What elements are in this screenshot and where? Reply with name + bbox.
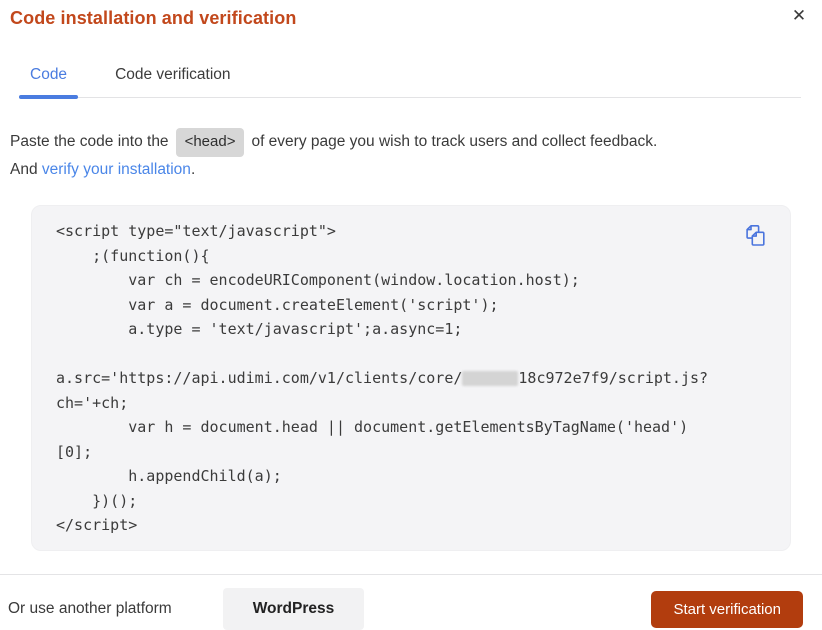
code-line: h.appendChild(a); — [56, 467, 282, 485]
code-snippet-block: <script type="text/javascript"> ;(functi… — [31, 205, 791, 551]
instructions-line2-suffix: . — [190, 161, 196, 178]
tab-code-verification[interactable]: Code verification — [104, 60, 241, 97]
code-line: [0]; — [56, 442, 93, 461]
code-line: a.src='https://api.udimi.com/v1/clients/… — [56, 369, 709, 387]
modal-footer: Or use another platform WordPress Start … — [0, 588, 822, 630]
instructions-after-chip: of every page you wish to track users an… — [251, 133, 658, 150]
code-line: var h = document.head || document.getEle… — [56, 418, 689, 436]
start-verification-button[interactable]: Start verification — [651, 590, 803, 628]
close-icon[interactable]: ✕ — [786, 3, 812, 29]
instructions-line2-prefix: And — [10, 161, 42, 178]
head-tag-chip: <head> — [175, 128, 245, 157]
wordpress-button[interactable]: WordPress — [222, 588, 365, 630]
code-line: var a = document.createElement('script')… — [56, 295, 499, 314]
alt-platform-label: Or use another platform — [8, 600, 172, 617]
modal-title: Code installation and verification — [10, 8, 297, 28]
code-line: })(); — [56, 491, 138, 510]
code-line: ch='+ch; — [56, 393, 129, 412]
tab-code[interactable]: Code — [19, 60, 79, 99]
code-installation-modal: Code installation and verification ✕ Cod… — [0, 0, 822, 630]
copy-icon[interactable] — [743, 222, 768, 252]
modal-header: Code installation and verification ✕ — [0, 0, 822, 29]
tab-bar: Code Code verification — [19, 60, 801, 99]
redacted-token — [462, 371, 519, 386]
code-line: var ch = encodeURIComponent(window.locat… — [56, 271, 580, 289]
code-line: ;(function(){ — [56, 246, 210, 265]
footer-left: Or use another platform WordPress — [8, 588, 365, 630]
footer-divider — [0, 574, 822, 575]
code-content: <script type="text/javascript"> ;(functi… — [56, 219, 766, 538]
verify-installation-link[interactable]: verify your installation — [42, 161, 191, 178]
code-line: </script> — [56, 516, 138, 534]
instructions-text: Paste the code into the <head> of every pa… — [10, 128, 812, 183]
instructions-before-chip: Paste the code into the — [10, 133, 169, 150]
code-line: <script type="text/javascript"> — [56, 222, 336, 240]
code-line: a.type = 'text/javascript';a.async=1; — [56, 320, 463, 338]
